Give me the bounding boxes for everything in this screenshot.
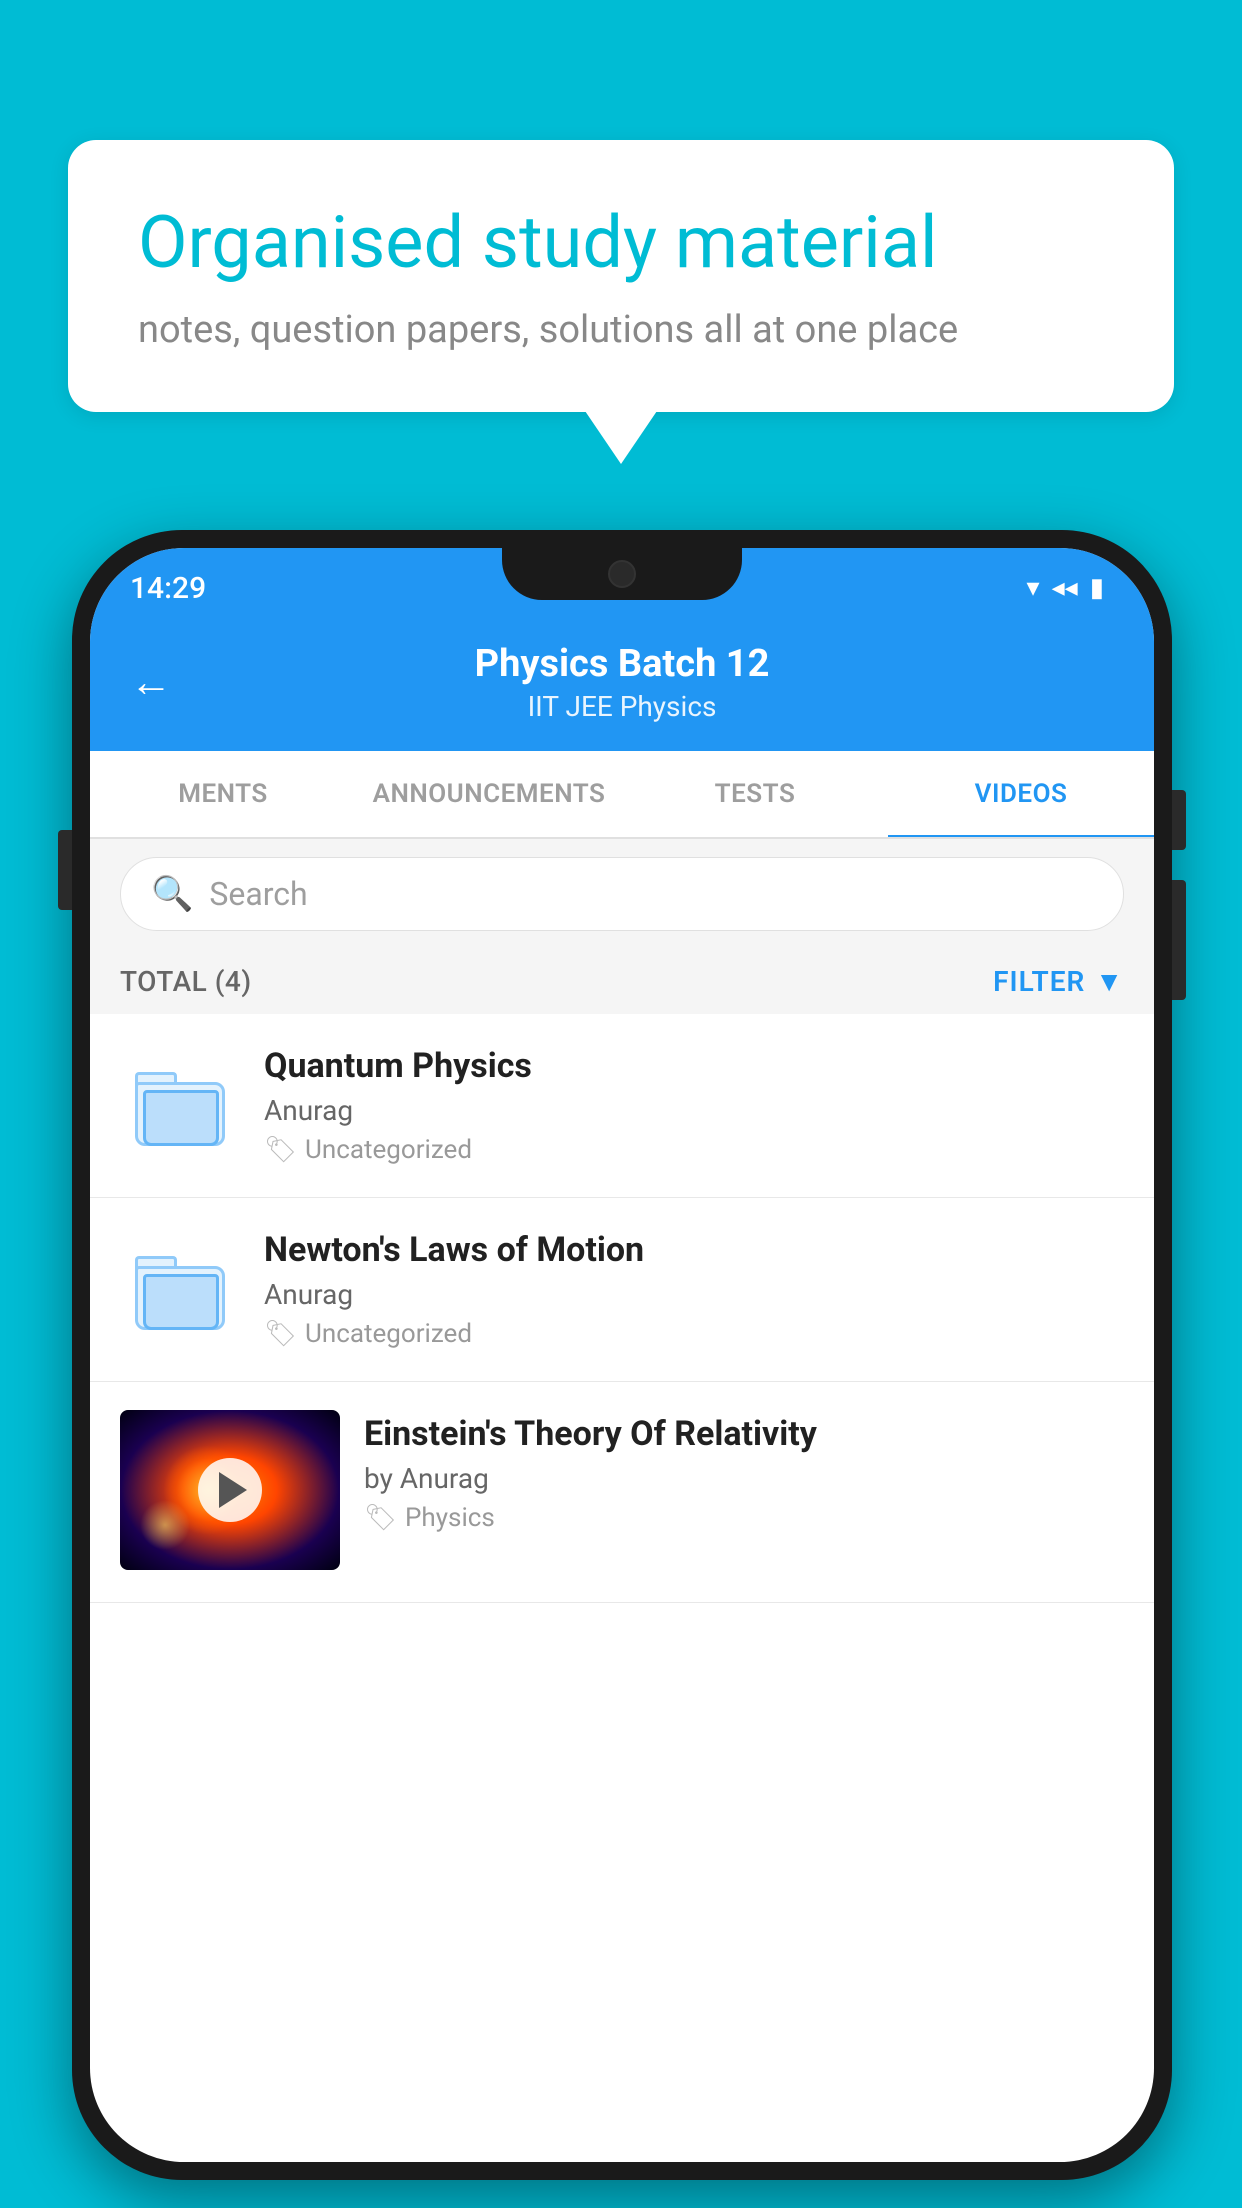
tab-videos[interactable]: VIDEOS xyxy=(888,751,1154,837)
tag-icon-3: 🏷 xyxy=(364,1503,397,1533)
speech-bubble-title: Organised study material xyxy=(138,200,1104,286)
side-button-right-bottom xyxy=(1172,880,1186,1000)
video-by-3: by Anurag xyxy=(364,1462,1124,1495)
speech-bubble-container: Organised study material notes, question… xyxy=(68,140,1174,412)
filter-funnel-icon: ▼ xyxy=(1095,965,1124,998)
video-category-3: 🏷 Physics xyxy=(364,1503,1124,1533)
wifi-icon: ▾ xyxy=(1027,573,1040,603)
phone-screen: 14:29 ▾ ◂◂ ▮ ← Physics Batch 12 IIT JEE … xyxy=(90,548,1154,2162)
app-header: ← Physics Batch 12 IIT JEE Physics xyxy=(90,618,1154,751)
video-category-2: 🏷 Uncategorized xyxy=(264,1319,1124,1349)
signal-icon: ◂◂ xyxy=(1052,573,1078,603)
side-button-right-top xyxy=(1172,790,1186,850)
search-bar[interactable]: 🔍 Search xyxy=(120,857,1124,931)
speech-bubble: Organised study material notes, question… xyxy=(68,140,1174,412)
tab-announcements[interactable]: ANNOUNCEMENTS xyxy=(356,751,622,837)
phone-wrapper: 14:29 ▾ ◂◂ ▮ ← Physics Batch 12 IIT JEE … xyxy=(72,530,1172,2180)
video-list: Quantum Physics Anurag 🏷 Uncategorized xyxy=(90,1014,1154,1603)
phone-notch xyxy=(502,548,742,600)
header-subtitle: IIT JEE Physics xyxy=(202,690,1042,723)
search-container: 🔍 Search xyxy=(90,839,1154,949)
tab-ments[interactable]: MENTS xyxy=(90,751,356,837)
filter-label: FILTER xyxy=(993,965,1085,998)
phone-camera xyxy=(608,560,636,588)
filter-button[interactable]: FILTER ▼ xyxy=(993,965,1124,998)
video-info-3: Einstein's Theory Of Relativity by Anura… xyxy=(364,1410,1124,1533)
total-count: TOTAL (4) xyxy=(120,965,252,998)
back-button[interactable]: ← xyxy=(130,658,172,707)
folder-icon-1 xyxy=(135,1066,225,1146)
battery-icon: ▮ xyxy=(1090,573,1104,603)
tag-icon-2: 🏷 xyxy=(264,1319,297,1349)
thumbnail-planet xyxy=(140,1500,190,1550)
status-time: 14:29 xyxy=(130,571,206,606)
status-icons: ▾ ◂◂ ▮ xyxy=(1027,573,1104,603)
phone-outer: 14:29 ▾ ◂◂ ▮ ← Physics Batch 12 IIT JEE … xyxy=(72,530,1172,2180)
search-input-placeholder[interactable]: Search xyxy=(209,875,307,913)
search-icon: 🔍 xyxy=(151,874,193,914)
folder-thumbnail-2 xyxy=(120,1235,240,1345)
video-category-1: 🏷 Uncategorized xyxy=(264,1135,1124,1165)
speech-bubble-subtitle: notes, question papers, solutions all at… xyxy=(138,308,1104,352)
folder-thumbnail-1 xyxy=(120,1051,240,1161)
folder-icon-2 xyxy=(135,1250,225,1330)
video-info-1: Quantum Physics Anurag 🏷 Uncategorized xyxy=(264,1046,1124,1165)
play-button-overlay[interactable] xyxy=(198,1458,262,1522)
video-thumbnail-3 xyxy=(120,1410,340,1570)
tabs-bar: MENTS ANNOUNCEMENTS TESTS VIDEOS xyxy=(90,751,1154,839)
background: Organised study material notes, question… xyxy=(0,0,1242,2208)
video-author-2: Anurag xyxy=(264,1278,1124,1311)
tag-icon-1: 🏷 xyxy=(264,1135,297,1165)
side-button-left xyxy=(58,830,72,910)
video-title-3: Einstein's Theory Of Relativity xyxy=(364,1414,1124,1454)
video-title-1: Quantum Physics xyxy=(264,1046,1124,1086)
video-title-2: Newton's Laws of Motion xyxy=(264,1230,1124,1270)
filter-row: TOTAL (4) FILTER ▼ xyxy=(90,949,1154,1014)
header-title: Physics Batch 12 xyxy=(202,642,1042,686)
header-center: Physics Batch 12 IIT JEE Physics xyxy=(202,642,1042,723)
list-item[interactable]: Einstein's Theory Of Relativity by Anura… xyxy=(90,1382,1154,1603)
list-item[interactable]: Newton's Laws of Motion Anurag 🏷 Uncateg… xyxy=(90,1198,1154,1382)
list-item[interactable]: Quantum Physics Anurag 🏷 Uncategorized xyxy=(90,1014,1154,1198)
play-triangle-icon xyxy=(219,1472,247,1508)
tab-tests[interactable]: TESTS xyxy=(622,751,888,837)
video-author-1: Anurag xyxy=(264,1094,1124,1127)
video-info-2: Newton's Laws of Motion Anurag 🏷 Uncateg… xyxy=(264,1230,1124,1349)
